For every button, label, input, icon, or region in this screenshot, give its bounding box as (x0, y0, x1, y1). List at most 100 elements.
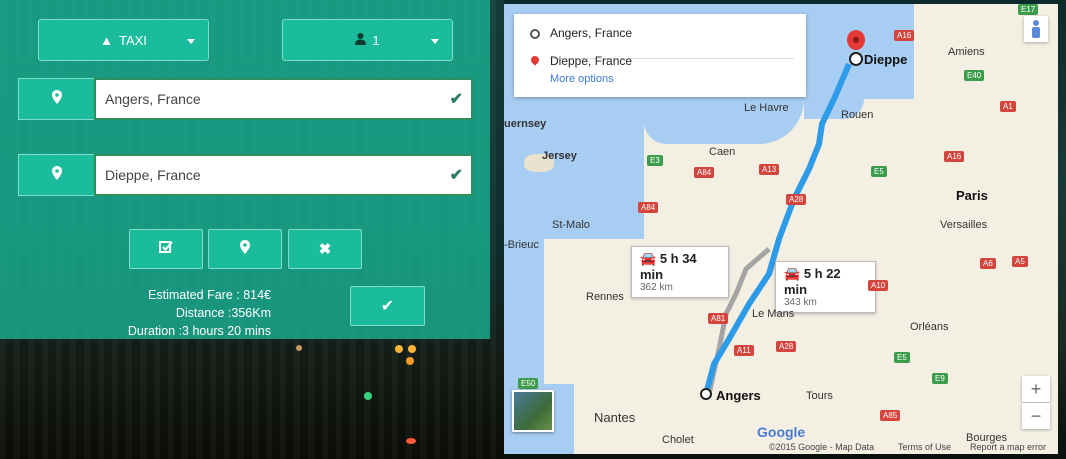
origin-locate-button[interactable] (18, 78, 94, 120)
road-e50: E50 (518, 378, 539, 389)
road-a11: A11 (734, 345, 754, 356)
route-map[interactable]: Angers, France Dieppe, France More optio… (504, 4, 1058, 454)
road-a81: A81 (708, 313, 729, 324)
clear-button[interactable]: ✖ (288, 229, 362, 269)
google-logo: Google (757, 424, 806, 440)
bg-light (408, 345, 416, 353)
road-a84: A84 (694, 167, 715, 178)
city-paris: Paris (956, 188, 988, 203)
chevron-down-icon (431, 39, 439, 44)
validate-button[interactable] (129, 229, 203, 269)
road-e17: E17 (1018, 4, 1039, 15)
road-a10: A10 (868, 280, 889, 291)
pin-dot (853, 37, 859, 43)
bg-light (406, 357, 414, 365)
city-dieppe: Dieppe (864, 52, 908, 67)
destination-row: Dieppe, France ✔ (18, 154, 473, 196)
origin-row: Angers, France ✔ (18, 78, 473, 120)
pegman-icon[interactable] (1024, 16, 1048, 42)
road-a85: A85 (880, 410, 901, 421)
estimated-fare: Estimated Fare : 814€ (148, 288, 271, 302)
road-a1: A1 (1000, 101, 1016, 112)
map-copyright: ©2015 Google - Map Data (769, 442, 875, 452)
bg-light (406, 438, 416, 444)
bg-light (395, 345, 403, 353)
destination-pin-icon (529, 54, 541, 66)
city-le-havre: Le Havre (744, 102, 789, 114)
origin-marker (700, 388, 712, 400)
road-icon: ▲ (100, 32, 113, 48)
distance: Distance :356Km (175, 306, 271, 320)
road-a16: A16 (894, 30, 915, 41)
route-main-distance: 343 km (784, 297, 817, 308)
road-e3: E3 (647, 155, 663, 166)
zoom-out-button[interactable]: − (1022, 403, 1050, 429)
city-nantes: Nantes (594, 410, 636, 425)
check-icon: ✔ (449, 167, 463, 184)
more-options-link[interactable]: More options (550, 73, 614, 85)
zoom-in-button[interactable]: + (1022, 376, 1050, 402)
destination-input[interactable]: Dieppe, France ✔ (94, 154, 473, 196)
report-error-link[interactable]: Report a map error (970, 442, 1046, 452)
route-alt-info[interactable]: 🚘 5 h 34 min 362 km (631, 246, 729, 298)
city-angers: Angers (716, 388, 761, 403)
car-icon: 🚘 (784, 266, 801, 281)
city-rennes: Rennes (586, 291, 624, 303)
city-rouen: Rouen (841, 109, 874, 121)
road-a6: A6 (980, 258, 996, 269)
city-caen: Caen (709, 146, 736, 158)
road-a16-b: A16 (944, 151, 965, 162)
road-a28-b: A28 (776, 341, 797, 352)
chevron-down-icon (187, 39, 195, 44)
passenger-select[interactable]: 1 (282, 19, 453, 61)
destination-value: Dieppe, France (105, 167, 201, 183)
vehicle-select[interactable]: ▲ TAXI (38, 19, 209, 61)
origin-value: Angers, France (105, 91, 201, 107)
passenger-label: 1 (372, 32, 380, 48)
city-tours: Tours (806, 390, 833, 402)
bg-light (364, 392, 372, 400)
dir-origin[interactable]: Angers, France (550, 26, 632, 40)
locate-button[interactable] (208, 229, 282, 269)
city-st-brieuc: -Brieuc (504, 239, 539, 251)
origin-input[interactable]: Angers, France ✔ (94, 78, 473, 120)
destination-locate-button[interactable] (18, 154, 94, 196)
road-a5: A5 (1012, 256, 1028, 267)
map-marker-icon (240, 240, 250, 258)
duration: Duration :3 hours 20 mins (127, 324, 271, 338)
city-versailles: Versailles (940, 219, 988, 231)
road-e5: E5 (871, 166, 887, 177)
origin-circle-icon (530, 29, 540, 39)
route-main-info[interactable]: 🚘 5 h 22 min 343 km (775, 261, 876, 313)
city-guernsey: uernsey (504, 118, 547, 130)
road-e40: E40 (964, 70, 985, 81)
road-a84-b: A84 (638, 202, 659, 213)
road-a28: A28 (786, 194, 807, 205)
directions-card: Angers, France Dieppe, France More optio… (514, 14, 806, 97)
destination-marker (849, 52, 863, 66)
dir-destination[interactable]: Dieppe, France (550, 54, 632, 68)
vehicle-label: TAXI (118, 32, 147, 48)
car-icon: 🚘 (640, 251, 657, 266)
map-marker-icon (51, 165, 62, 185)
city-amiens: Amiens (948, 46, 985, 58)
user-icon (355, 32, 367, 48)
check-icon: ✔ (449, 91, 463, 108)
map-marker-icon (51, 89, 62, 109)
road-a13: A13 (759, 164, 780, 175)
road-e9: E9 (932, 373, 948, 384)
satellite-toggle[interactable] (512, 390, 554, 432)
road-e5-b: E5 (894, 352, 910, 363)
checkbox-edit-icon (159, 240, 173, 258)
city-cholet: Cholet (662, 434, 694, 446)
confirm-button[interactable]: ✔ (350, 286, 425, 326)
check-icon: ✔ (380, 298, 395, 315)
close-icon: ✖ (318, 241, 332, 258)
bg-light (296, 345, 302, 351)
terms-link[interactable]: Terms of Use (898, 442, 951, 452)
city-orleans: Orléans (910, 321, 949, 333)
city-le-mans: Le Mans (752, 308, 795, 320)
city-jersey: Jersey (542, 150, 577, 162)
city-st-malo: St-Malo (552, 219, 590, 231)
route-alt-distance: 362 km (640, 282, 673, 293)
